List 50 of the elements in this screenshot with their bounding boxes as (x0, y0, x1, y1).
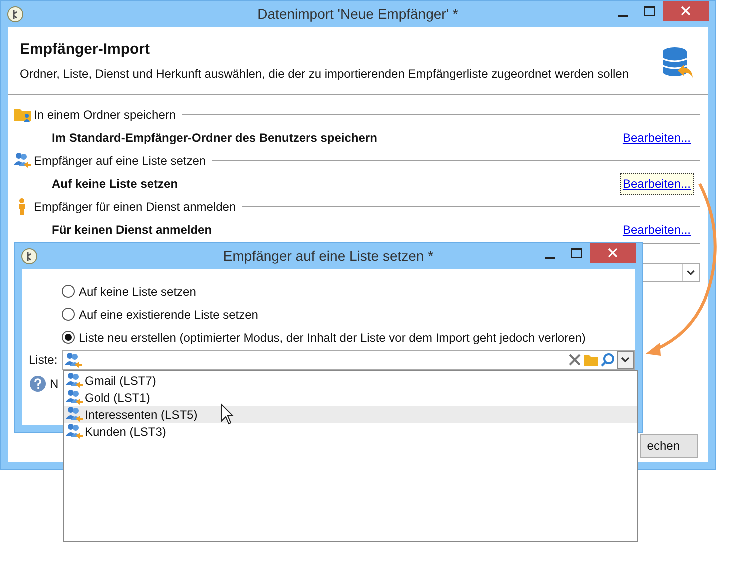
people-icon (66, 406, 83, 423)
search-icon[interactable] (599, 352, 617, 368)
section-heading: Empfänger auf eine Liste setzen (34, 152, 206, 170)
caret-icon[interactable] (617, 351, 634, 369)
radio-label: Liste neu erstellen (optimierter Modus, der Inhalt der Liste vor dem Import geht jedoch verloren) (79, 330, 586, 346)
dialog-title: Empfänger auf eine Liste setzen * (223, 246, 434, 266)
people-icon (66, 423, 83, 440)
close-button[interactable] (663, 1, 709, 21)
minimize-icon (618, 15, 628, 17)
close-button[interactable] (590, 243, 636, 263)
app-icon (21, 248, 38, 266)
section-value: Im Standard-Empfänger-Ordner des Benutzers speichern (52, 130, 378, 146)
edit-link[interactable]: Bearbeiten... (620, 218, 694, 240)
edit-link[interactable]: Bearbeiten... (620, 172, 694, 194)
list-option[interactable]: Kunden (LST3) (64, 423, 637, 440)
people-icon (66, 389, 83, 406)
radio-button[interactable] (62, 285, 75, 298)
radio-label: Auf eine existierende Liste setzen (79, 306, 258, 324)
list-option[interactable]: Interessenten (LST5) (64, 406, 637, 423)
people-icon (66, 372, 83, 389)
section-value: Für keinen Dienst anmelden (52, 222, 212, 238)
help-icon (30, 376, 46, 392)
radio-button[interactable] (62, 331, 75, 344)
list-option[interactable]: Gmail (LST7) (64, 372, 637, 389)
people-icon (14, 152, 31, 169)
dropdown-field[interactable] (640, 263, 700, 282)
edit-link[interactable]: Bearbeiten... (620, 126, 694, 148)
help-text: N (50, 376, 59, 393)
folder-icon (14, 106, 31, 123)
header-description: Ordner, Liste, Dienst und Herkunft auswählen, die der zu importierenden Empfängerliste zugeordnet werden sollen (20, 66, 630, 82)
people-icon (65, 352, 82, 368)
header-title: Empfänger-Import (20, 40, 152, 60)
field-label: Liste: (29, 352, 59, 369)
section-heading: In einem Ordner speichern (34, 106, 176, 124)
radio-button[interactable] (62, 308, 75, 321)
list-field[interactable] (62, 350, 635, 370)
cursor-icon (222, 404, 234, 425)
section-heading: Empfänger für einen Dienst anmelden (34, 198, 236, 216)
list-option[interactable]: Gold (LST1) (64, 389, 637, 406)
close-icon (608, 248, 618, 258)
radio-label: Auf keine Liste setzen (79, 284, 196, 300)
window-title: Datenimport 'Neue Empfänger' * (258, 4, 458, 24)
minimize-icon (544, 257, 554, 259)
maximize-icon (644, 6, 655, 16)
close-icon (681, 6, 691, 16)
app-icon (7, 6, 24, 24)
cancel-button[interactable]: echen (640, 434, 698, 458)
clear-icon[interactable] (567, 352, 583, 368)
section-value: Auf keine Liste setzen (52, 176, 178, 192)
maximize-icon (571, 248, 582, 258)
